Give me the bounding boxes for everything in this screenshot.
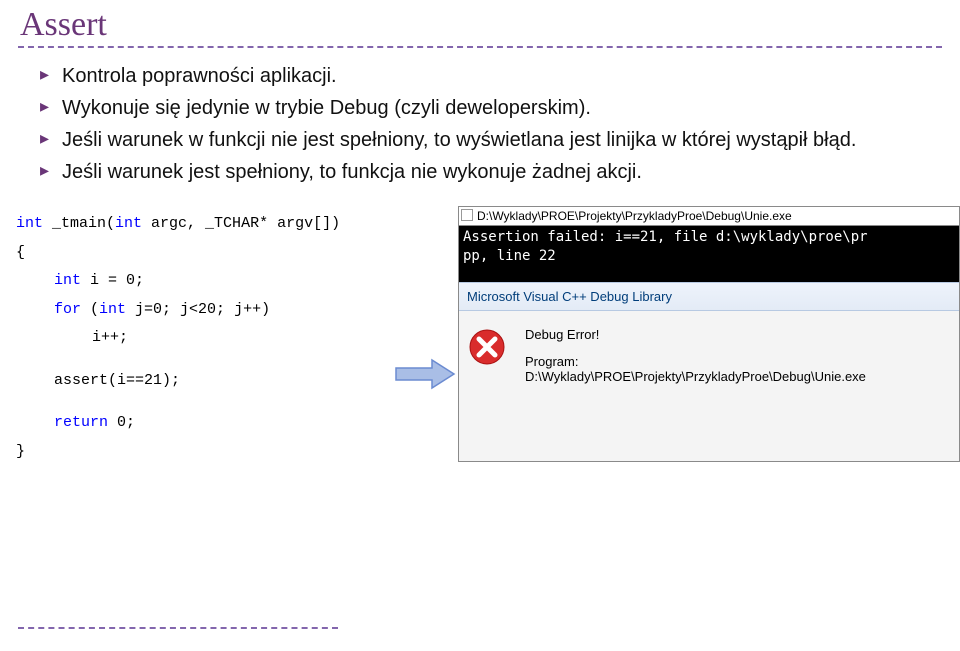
footer-divider xyxy=(18,627,338,629)
code-kw: for xyxy=(54,301,81,318)
console-line: Assertion failed: i==21, file d:\wyklady… xyxy=(463,229,868,245)
bullet-item: Kontrola poprawności aplikacji. xyxy=(40,62,920,90)
bullet-item: Jeśli warunek jest spełniony, to funkcja… xyxy=(40,158,920,186)
app-icon xyxy=(461,209,473,221)
code-kw: int xyxy=(16,215,43,232)
bullet-item: Wykonuje się jedynie w trybie Debug (czy… xyxy=(40,94,920,122)
code-text: argc, _TCHAR* argv[]) xyxy=(142,215,340,232)
code-text: i++; xyxy=(16,324,396,353)
code-text: } xyxy=(16,438,396,467)
code-text: _tmain( xyxy=(43,215,115,232)
msgbox-heading: Debug Error! xyxy=(525,327,951,342)
msgbox-titlebar: Microsoft Visual C++ Debug Library xyxy=(459,282,959,311)
content-area: int _tmain(int argc, _TCHAR* argv[]) { i… xyxy=(0,210,960,550)
code-kw: return xyxy=(54,414,108,431)
title-divider xyxy=(18,46,942,48)
console-title-text: D:\Wyklady\PROE\Projekty\PrzykladyProe\D… xyxy=(477,209,792,223)
msgbox-body: Debug Error! Program: D:\Wyklady\PROE\Pr… xyxy=(459,311,959,461)
console-titlebar: D:\Wyklady\PROE\Projekty\PrzykladyProe\D… xyxy=(459,207,959,226)
bullet-list: Kontrola poprawności aplikacji. Wykonuje… xyxy=(40,62,960,186)
msgbox-program-path: D:\Wyklady\PROE\Projekty\PrzykladyProe\D… xyxy=(525,369,951,384)
error-icon xyxy=(467,327,507,370)
slide-title: Assert xyxy=(0,0,960,46)
code-text: 0; xyxy=(108,414,135,431)
code-text: { xyxy=(16,239,396,268)
code-kw: int xyxy=(54,272,81,289)
dialog-window: D:\Wyklady\PROE\Projekty\PrzykladyProe\D… xyxy=(458,206,960,462)
code-kw: int xyxy=(115,215,142,232)
msgbox-program-label: Program: xyxy=(525,354,951,369)
code-text: j=0; j<20; j++) xyxy=(126,301,270,318)
console-output: Assertion failed: i==21, file d:\wyklady… xyxy=(459,226,959,282)
code-kw: int xyxy=(99,301,126,318)
code-text: assert(i==21); xyxy=(16,367,396,396)
bullet-item: Jeśli warunek w funkcji nie jest spełnio… xyxy=(40,126,920,154)
code-text: i = 0; xyxy=(81,272,144,289)
code-text: ( xyxy=(81,301,99,318)
console-line: pp, line 22 xyxy=(463,248,556,264)
code-snippet: int _tmain(int argc, _TCHAR* argv[]) { i… xyxy=(16,210,396,466)
arrow-icon xyxy=(394,358,456,395)
